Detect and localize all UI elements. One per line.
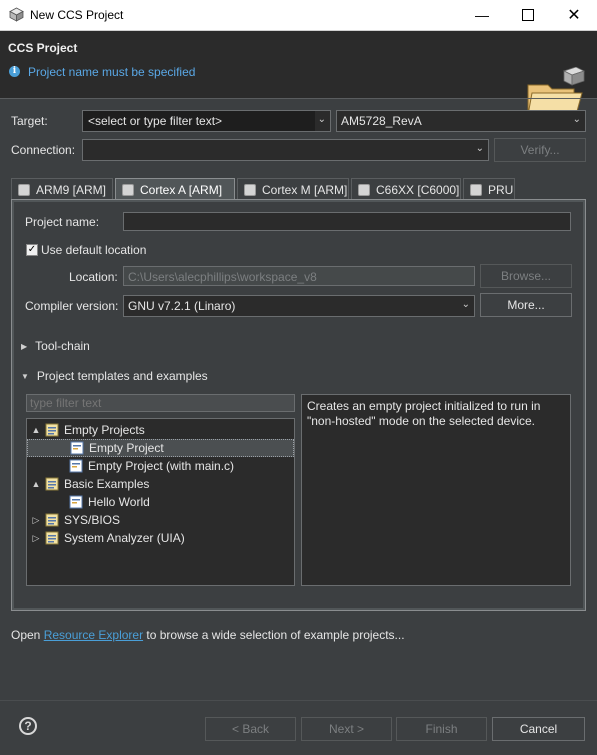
info-icon: i xyxy=(9,66,20,77)
templates-label: Project templates and examples xyxy=(36,369,208,383)
verify-button[interactable]: Verify... xyxy=(494,138,586,162)
folder-icon xyxy=(45,477,59,491)
chip-icon xyxy=(244,183,256,196)
compiler-version-value: GNU v7.2.1 (Linaro) xyxy=(128,299,236,313)
tab-c66xx[interactable]: C66XX [C6000] xyxy=(351,178,461,200)
folder-icon xyxy=(45,531,59,545)
chip-icon xyxy=(470,183,482,196)
chevron-down-icon: ▼ xyxy=(21,371,29,381)
tree-item-hello-world[interactable]: Hello World xyxy=(27,493,336,511)
resource-explorer-hint: Open Resource Explorer to browse a wide … xyxy=(11,628,405,642)
expand-toggle-icon[interactable]: ▷ xyxy=(31,533,41,544)
browse-button[interactable]: Browse... xyxy=(480,264,572,288)
back-button[interactable]: < Back xyxy=(205,717,296,741)
tree-item-label: Basic Examples xyxy=(64,477,150,491)
hint-suffix: to browse a wide selection of example pr… xyxy=(143,628,405,642)
target-device-combo[interactable]: AM5728_RevA ⌄ xyxy=(336,110,586,132)
target-filter-value: <select or type filter text> xyxy=(88,114,223,128)
tree-item-empty-projects[interactable]: ▲ Empty Projects xyxy=(27,421,298,439)
template-tree[interactable]: ▲ Empty Projects Empty Project Empty Pro… xyxy=(26,418,295,586)
project-name-label: Project name: xyxy=(25,215,100,229)
resource-explorer-link[interactable]: Resource Explorer xyxy=(44,628,143,642)
expand-toggle-icon[interactable]: ▷ xyxy=(31,515,41,526)
window-title: New CCS Project xyxy=(30,8,124,22)
minimize-button[interactable]: — xyxy=(459,0,505,30)
footer-separator xyxy=(0,700,597,701)
close-button[interactable]: ✕ xyxy=(551,0,597,30)
use-default-location-label: Use default location xyxy=(41,243,147,257)
tree-item-system-analyzer[interactable]: ▷ System Analyzer (UIA) xyxy=(27,529,298,547)
location-value: C:\Users\alecphillips\workspace_v8 xyxy=(128,270,317,284)
finish-button[interactable]: Finish xyxy=(396,717,487,741)
target-device-value: AM5728_RevA xyxy=(341,114,422,128)
target-filter-combo[interactable]: <select or type filter text> ⌄ xyxy=(82,110,331,132)
help-icon: ? xyxy=(24,719,32,733)
device-family-tabs: ARM9 [ARM] Cortex A [ARM] Cortex M [ARM]… xyxy=(11,178,586,200)
use-default-location-checkbox[interactable]: ✓ xyxy=(26,244,38,256)
compiler-version-combo[interactable]: GNU v7.2.1 (Linaro) ⌄ xyxy=(123,295,475,317)
tree-item-empty-project-main[interactable]: Empty Project (with main.c) xyxy=(27,457,336,475)
chevron-down-icon: ⌄ xyxy=(572,114,581,125)
chevron-down-icon: ⌄ xyxy=(475,143,484,154)
location-label: Location: xyxy=(69,270,118,284)
minimize-icon: — xyxy=(475,7,489,23)
tab-label: ARM9 [ARM] xyxy=(36,182,107,197)
project-name-input[interactable] xyxy=(123,212,571,231)
chip-icon xyxy=(358,183,370,196)
chip-icon xyxy=(122,183,134,196)
templates-section[interactable]: ▼ Project templates and examples xyxy=(21,369,208,383)
tree-item-label: Empty Projects xyxy=(64,423,145,437)
tab-label: PRU xyxy=(488,182,514,197)
tab-pru[interactable]: PRU xyxy=(463,178,515,200)
more-button[interactable]: More... xyxy=(480,293,572,317)
tree-item-label: Hello World xyxy=(88,495,150,509)
tab-arm9[interactable]: ARM9 [ARM] xyxy=(11,178,113,200)
tree-item-label: SYS/BIOS xyxy=(64,513,121,527)
tab-label: C66XX [C6000] xyxy=(376,182,460,197)
connection-combo[interactable]: ⌄ xyxy=(82,139,489,161)
tree-item-basic-examples[interactable]: ▲ Basic Examples xyxy=(27,475,298,493)
app-icon xyxy=(9,7,24,22)
compiler-version-label: Compiler version: xyxy=(25,299,119,313)
template-icon xyxy=(69,459,83,473)
connection-label: Connection: xyxy=(11,143,76,157)
expand-toggle-icon[interactable]: ▲ xyxy=(31,479,41,489)
tab-cortex-m[interactable]: Cortex M [ARM] xyxy=(237,178,349,200)
wizard-message: Project name must be specified xyxy=(28,65,196,79)
toolchain-section[interactable]: ▶ Tool-chain xyxy=(21,339,90,353)
next-button[interactable]: Next > xyxy=(301,717,392,741)
wizard-header: CCS Project i Project name must be speci… xyxy=(0,31,597,116)
help-button[interactable]: ? xyxy=(19,717,37,735)
header-separator xyxy=(0,98,597,99)
wizard-title: CCS Project xyxy=(8,41,78,55)
chevron-right-icon: ▶ xyxy=(21,341,28,351)
tree-item-label: Empty Project (with main.c) xyxy=(88,459,235,473)
hint-prefix: Open xyxy=(11,628,44,642)
tree-item-label: Empty Project xyxy=(89,441,164,455)
maximize-icon xyxy=(522,9,534,21)
template-filter-input[interactable] xyxy=(26,394,295,412)
template-icon xyxy=(70,441,84,455)
expand-toggle-icon[interactable]: ▲ xyxy=(31,425,41,435)
tree-item-empty-project[interactable]: Empty Project xyxy=(27,439,294,457)
maximize-button[interactable] xyxy=(505,0,551,30)
tree-item-label: System Analyzer (UIA) xyxy=(64,531,185,545)
tab-label: Cortex A [ARM] xyxy=(140,182,223,197)
chip-icon xyxy=(18,183,30,196)
tree-item-sys-bios[interactable]: ▷ SYS/BIOS xyxy=(27,511,298,529)
location-input[interactable]: C:\Users\alecphillips\workspace_v8 xyxy=(123,266,475,286)
close-icon: ✕ xyxy=(567,7,581,24)
chevron-down-icon: ⌄ xyxy=(317,114,326,125)
template-icon xyxy=(69,495,83,509)
chevron-down-icon: ⌄ xyxy=(461,299,470,310)
template-description: Creates an empty project initialized to … xyxy=(301,394,571,586)
folder-icon xyxy=(45,513,59,527)
toolchain-label: Tool-chain xyxy=(35,339,90,353)
title-bar: New CCS Project — ✕ xyxy=(0,0,597,31)
target-label: Target: xyxy=(11,114,48,128)
tab-cortex-a[interactable]: Cortex A [ARM] xyxy=(115,178,235,200)
tab-label: Cortex M [ARM] xyxy=(262,182,348,197)
cancel-button[interactable]: Cancel xyxy=(492,717,585,741)
folder-icon xyxy=(45,423,59,437)
